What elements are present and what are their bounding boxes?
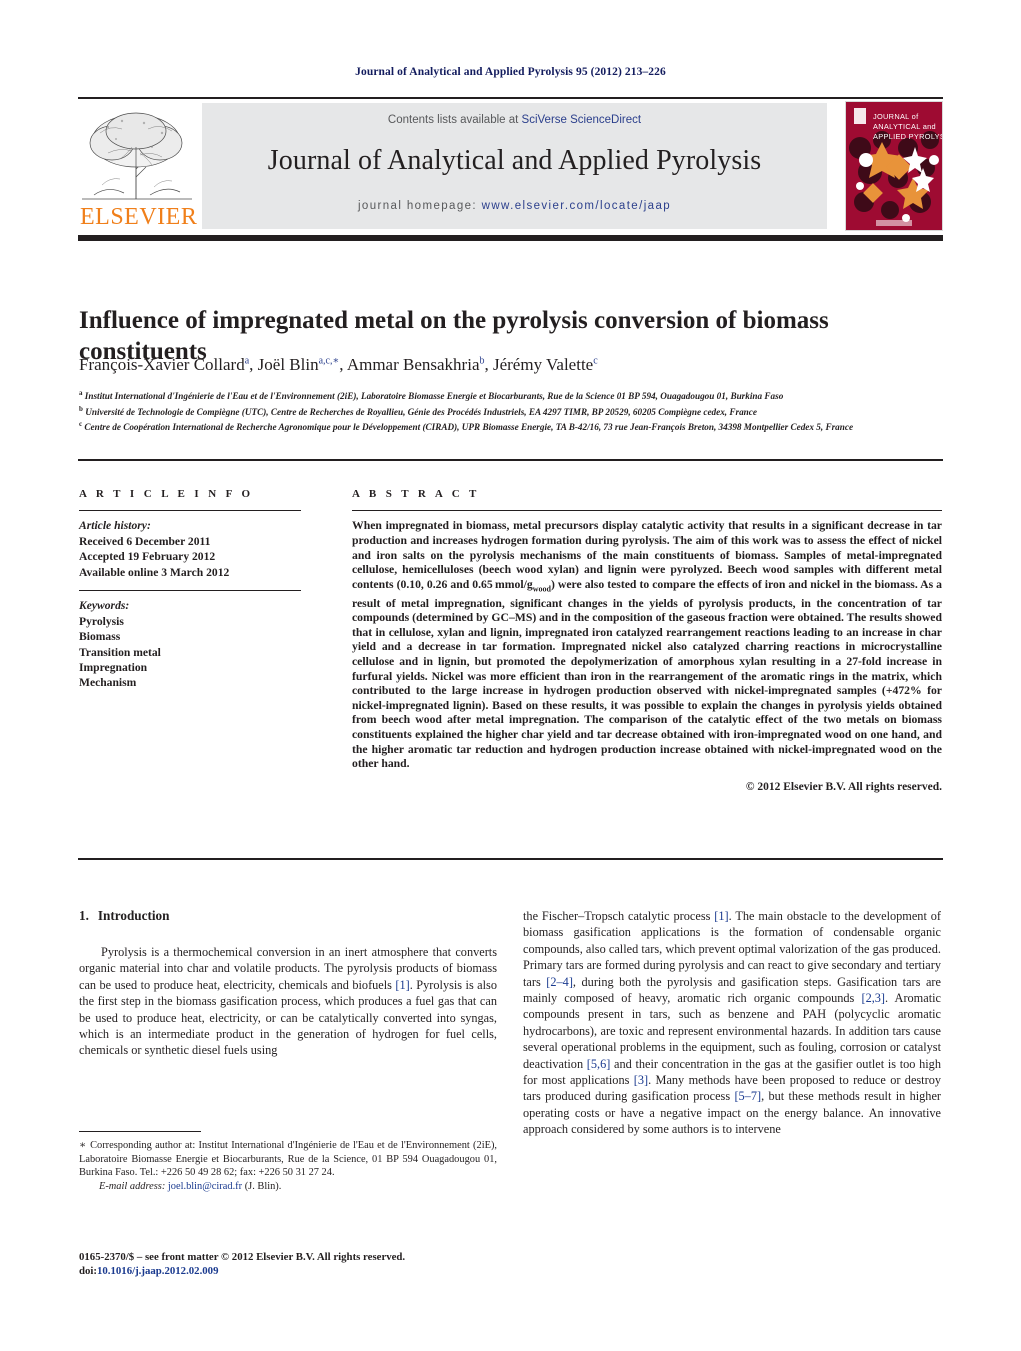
affiliation-marker-c: c	[79, 420, 83, 429]
contents-prefix: Contents lists available at	[387, 114, 522, 126]
author-name-1[interactable]: François-Xavier Collard	[79, 355, 245, 374]
journal-homepage-line: journal homepage: www.elsevier.com/locat…	[202, 200, 827, 212]
article-history-label: Article history:	[79, 519, 151, 533]
author-affiliation-marker-4: c	[593, 355, 598, 367]
affiliation-list: a Institut International d'Ingénierie de…	[79, 387, 941, 434]
masthead-band: Contents lists available at SciVerse Sci…	[202, 103, 827, 229]
author-affiliation-marker-2: a,c,∗	[318, 355, 340, 367]
keyword-2: Biomass	[79, 630, 121, 644]
citation-2-3[interactable]: [2,3]	[861, 991, 885, 1005]
sciencedirect-link[interactable]: SciVerse ScienceDirect	[522, 114, 642, 126]
intro-paragraph-right: the Fischer–Tropsch catalytic process [1…	[523, 908, 941, 1138]
email-note: E-mail address: joel.blin@cirad.fr (J. B…	[79, 1180, 497, 1194]
affiliation-c: c Centre de Coopération International de…	[79, 420, 854, 433]
citation-1b[interactable]: [1]	[714, 909, 728, 923]
email-label: E-mail address:	[99, 1180, 166, 1192]
citation-5-7[interactable]: [5–7]	[734, 1089, 761, 1103]
elsevier-wordmark: ELSEVIER	[80, 204, 198, 230]
intro-paragraph-left: Pyrolysis is a thermochemical conversion…	[79, 944, 497, 1059]
article-page: Journal of Analytical and Applied Pyroly…	[0, 0, 1021, 1351]
asterisk-icon: ∗	[79, 1140, 87, 1151]
author-list: François-Xavier Collarda, Joël Blina,c,∗…	[79, 355, 939, 375]
keyword-5: Mechanism	[79, 676, 137, 690]
author-separator: ,	[484, 355, 493, 374]
history-accepted: Accepted 19 February 2012	[79, 550, 216, 564]
abstract-copyright: © 2012 Elsevier B.V. All rights reserved…	[745, 780, 942, 793]
citation-3[interactable]: [3]	[634, 1073, 648, 1087]
history-received: Received 6 December 2011	[79, 534, 211, 548]
citation-2-4[interactable]: [2–4]	[546, 975, 573, 989]
abstract-section-top-rule	[78, 459, 943, 461]
keywords-rule	[79, 590, 301, 592]
email-owner: (J. Blin).	[244, 1180, 282, 1192]
author-name-2[interactable]: Joël Blin	[258, 355, 319, 374]
homepage-url-link[interactable]: www.elsevier.com/locate/jaap	[482, 200, 671, 212]
journal-title: Journal of Analytical and Applied Pyroly…	[267, 145, 762, 176]
svg-text:JOURNAL of: JOURNAL of	[873, 112, 919, 121]
corresponding-author-text: Corresponding author at: Institut Intern…	[79, 1140, 497, 1179]
abstract-heading: A B S T R A C T	[352, 488, 480, 500]
affiliation-marker-a: a	[79, 389, 83, 397]
journal-masthead: ELSEVIER Contents lists available at Sci…	[78, 97, 943, 232]
author-name-3[interactable]: Ammar Bensakhria	[347, 355, 480, 374]
article-info-rule	[79, 510, 301, 512]
section-heading-introduction: 1. Introduction	[79, 908, 497, 924]
keywords-block: Keywords: Pyrolysis Biomass Transition m…	[79, 598, 329, 690]
abstract-part-2: ) were also tested to compare the effect…	[352, 577, 943, 771]
issn-line: 0165-2370/$ – see front matter © 2012 El…	[79, 1251, 406, 1263]
intro-right-a: the Fischer–Tropsch catalytic process	[523, 909, 715, 923]
history-online: Available online 3 March 2012	[79, 565, 230, 579]
citation-1[interactable]: [1]	[395, 978, 409, 992]
footnote-rule	[79, 1131, 201, 1133]
abstract-rule	[352, 510, 942, 512]
elsevier-logo: ELSEVIER	[78, 103, 198, 229]
keyword-3: Transition metal	[79, 645, 161, 659]
corresponding-author-note: ∗ Corresponding author at: Institut Inter…	[79, 1139, 497, 1180]
homepage-prefix: journal homepage:	[357, 200, 482, 212]
section-number: 1.	[79, 908, 89, 923]
svg-text:ANALYTICAL and: ANALYTICAL and	[873, 122, 936, 131]
journal-cover-thumbnail[interactable]: JOURNAL of ANALYTICAL and APPLIED PYROLY…	[845, 101, 943, 231]
svg-text:APPLIED PYROLYSIS: APPLIED PYROLYSIS	[873, 132, 942, 141]
masthead-top-rule	[78, 97, 943, 99]
masthead-bottom-bar	[78, 235, 943, 241]
keyword-1: Pyrolysis	[79, 614, 124, 628]
author-separator: ,	[339, 355, 347, 374]
article-info-column: A R T I C L E I N F O Article history: R…	[79, 488, 329, 691]
contents-lists-line: Contents lists available at SciVerse Sci…	[202, 114, 827, 126]
body-column-right: the Fischer–Tropsch catalytic process [1…	[523, 908, 941, 1138]
issn-block: 0165-2370/$ – see front matter © 2012 El…	[79, 1250, 509, 1279]
author-name-4[interactable]: Jérémy Valette	[493, 355, 593, 374]
body-column-left: 1. Introduction Pyrolysis is a thermochem…	[79, 908, 497, 1059]
email-link[interactable]: joel.blin@cirad.fr	[168, 1181, 242, 1192]
affiliation-b: b Université de Technologie de Compiègne…	[79, 404, 757, 417]
affiliation-marker-b: b	[79, 404, 83, 413]
section-title: Introduction	[97, 908, 170, 923]
doi-line: doi:10.1016/j.jaap.2012.02.009	[79, 1264, 509, 1278]
abstract-column: A B S T R A C T When impregnated in biom…	[352, 488, 942, 793]
affiliation-a: a Institut International d'Ingénierie de…	[79, 389, 784, 402]
running-head: Journal of Analytical and Applied Pyroly…	[355, 66, 666, 78]
abstract-subscript: wood	[532, 584, 551, 594]
footnote-block: ∗ Corresponding author at: Institut Inter…	[79, 1139, 497, 1193]
abstract-section-bottom-rule	[78, 858, 943, 860]
article-info-heading: A R T I C L E I N F O	[79, 488, 254, 500]
author-separator: ,	[249, 355, 258, 374]
journal-cover-artwork: JOURNAL of ANALYTICAL and APPLIED PYROLY…	[846, 102, 942, 230]
abstract-text: When impregnated in biomass, metal precu…	[352, 519, 942, 771]
elsevier-tree-icon	[78, 103, 196, 207]
article-history-block: Article history: Received 6 December 201…	[79, 518, 329, 580]
doi-label: doi:	[79, 1265, 97, 1278]
keyword-4: Impregnation	[79, 661, 148, 675]
keywords-label: Keywords:	[79, 599, 130, 613]
citation-5-6[interactable]: [5,6]	[587, 1057, 611, 1071]
doi-link[interactable]: 10.1016/j.jaap.2012.02.009	[97, 1265, 218, 1277]
